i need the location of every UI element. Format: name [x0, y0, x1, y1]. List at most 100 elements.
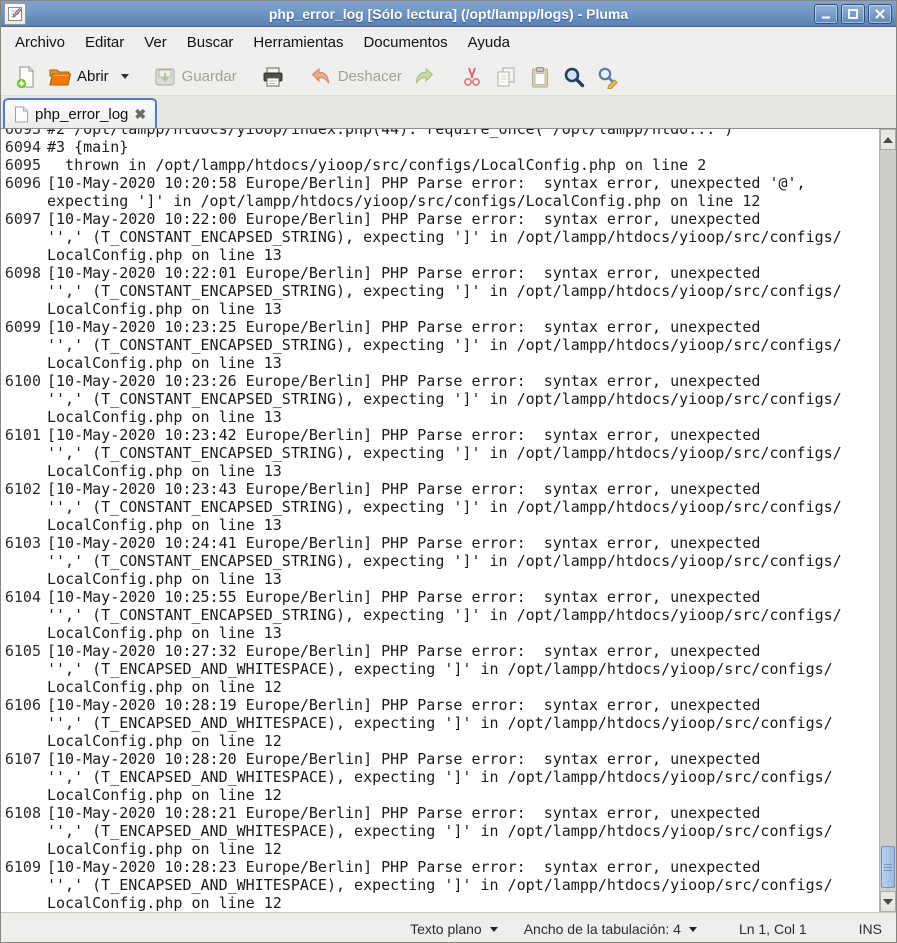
log-text: '',' (T_ENCAPSED_AND_WHITESPACE), expect…: [47, 768, 833, 786]
cut-button[interactable]: [455, 62, 489, 92]
log-line: '',' (T_CONSTANT_ENCAPSED_STRING), expec…: [1, 498, 879, 516]
log-line: 6107[10-May-2020 10:28:20 Europe/Berlin]…: [1, 750, 879, 768]
editor-area[interactable]: 6093#2 /opt/lampp/htdocs/yioop/index.php…: [1, 128, 896, 912]
log-text: '',' (T_ENCAPSED_AND_WHITESPACE), expect…: [47, 714, 833, 732]
tab-close-icon[interactable]: ✖: [134, 107, 146, 121]
tab-php-error-log[interactable]: php_error_log ✖: [3, 98, 157, 128]
undo-button[interactable]: Deshacer: [304, 62, 407, 92]
log-text: '',' (T_CONSTANT_ENCAPSED_STRING), expec…: [47, 336, 842, 354]
log-text: LocalConfig.php on line 13: [47, 300, 282, 318]
copy-button[interactable]: [489, 62, 523, 92]
log-line: LocalConfig.php on line 13: [1, 624, 879, 642]
line-number: 6108: [1, 804, 41, 822]
log-line: '',' (T_CONSTANT_ENCAPSED_STRING), expec…: [1, 444, 879, 462]
log-line: 6105[10-May-2020 10:27:32 Europe/Berlin]…: [1, 642, 879, 660]
line-number: [1, 714, 41, 732]
line-number: [1, 606, 41, 624]
titlebar[interactable]: php_error_log [Sólo lectura] (/opt/lampp…: [1, 1, 896, 27]
menu-item-buscar[interactable]: Buscar: [177, 29, 244, 56]
scrollbar-thumb[interactable]: [881, 846, 895, 888]
line-number: [1, 894, 41, 912]
log-line: 6101[10-May-2020 10:23:42 Europe/Berlin]…: [1, 426, 879, 444]
line-number: 6097: [1, 210, 41, 228]
log-line: 6104 [10-May-2020 10:25:55 Europe/Berlin]…: [1, 588, 879, 606]
log-line: '',' (T_ENCAPSED_AND_WHITESPACE), expect…: [1, 714, 879, 732]
maximize-button[interactable]: [841, 4, 865, 24]
replace-button[interactable]: [591, 62, 625, 92]
open-recent-dropdown[interactable]: [114, 71, 134, 82]
new-document-button[interactable]: [9, 62, 43, 92]
line-number: [1, 282, 41, 300]
line-number: 6098: [1, 264, 41, 282]
log-line: 6095 thrown in /opt/lampp/htdocs/yioop/s…: [1, 156, 879, 174]
menu-item-documentos[interactable]: Documentos: [353, 29, 457, 56]
log-text: '',' (T_ENCAPSED_AND_WHITESPACE), expect…: [47, 660, 833, 678]
save-button-label: Guardar: [182, 68, 237, 85]
log-line: expecting ']' in /opt/lampp/htdocs/yioop…: [1, 192, 879, 210]
chevron-down-icon: [490, 927, 498, 932]
log-text: '',' (T_CONSTANT_ENCAPSED_STRING), expec…: [47, 282, 842, 300]
line-number: [1, 408, 41, 426]
line-number: [1, 300, 41, 318]
log-text: '',' (T_CONSTANT_ENCAPSED_STRING), expec…: [47, 444, 842, 462]
redo-button[interactable]: [407, 62, 441, 92]
menu-item-editar[interactable]: Editar: [75, 29, 134, 56]
line-number: [1, 462, 41, 480]
menu-item-herramientas[interactable]: Herramientas: [243, 29, 353, 56]
line-number: 6100: [1, 372, 41, 390]
line-number: 6104: [1, 588, 41, 606]
log-text: [10-May-2020 10:20:58 Europe/Berlin] PHP…: [47, 174, 806, 192]
save-icon: [153, 65, 177, 89]
open-folder-icon: [48, 65, 72, 89]
vertical-scrollbar[interactable]: [879, 129, 896, 912]
save-button[interactable]: Guardar: [148, 62, 242, 92]
log-line: 6103[10-May-2020 10:24:41 Europe/Berlin]…: [1, 534, 879, 552]
log-line: 6108[10-May-2020 10:28:21 Europe/Berlin]…: [1, 804, 879, 822]
cursor-position: Ln 1, Col 1: [739, 921, 807, 937]
overwrite-mode-indicator: INS: [859, 921, 882, 937]
text-view[interactable]: 6093#2 /opt/lampp/htdocs/yioop/index.php…: [1, 129, 879, 912]
log-text: '',' (T_CONSTANT_ENCAPSED_STRING), expec…: [47, 552, 842, 570]
line-number: [1, 336, 41, 354]
log-text: [10-May-2020 10:28:23 Europe/Berlin] PHP…: [47, 858, 760, 876]
line-number: [1, 660, 41, 678]
log-text: [10-May-2020 10:28:20 Europe/Berlin] PHP…: [47, 750, 760, 768]
log-line: 6093#2 /opt/lampp/htdocs/yioop/index.php…: [1, 129, 879, 138]
log-text: [10-May-2020 10:25:55 Europe/Berlin] PHP…: [47, 588, 760, 606]
redo-icon: [412, 65, 436, 89]
log-line: LocalConfig.php on line 12: [1, 786, 879, 804]
log-line: '',' (T_CONSTANT_ENCAPSED_STRING), expec…: [1, 552, 879, 570]
log-text: [10-May-2020 10:23:25 Europe/Berlin] PHP…: [47, 318, 760, 336]
minimize-icon: [820, 8, 832, 20]
line-number: 6102: [1, 480, 41, 498]
language-selector[interactable]: Texto plano: [404, 918, 504, 940]
minimize-button[interactable]: [814, 4, 838, 24]
log-text: '',' (T_CONSTANT_ENCAPSED_STRING), expec…: [47, 228, 842, 246]
close-button[interactable]: [868, 4, 892, 24]
print-button[interactable]: [256, 62, 290, 92]
log-text: LocalConfig.php on line 13: [47, 462, 282, 480]
line-number: [1, 354, 41, 372]
paste-button[interactable]: [523, 62, 557, 92]
menu-item-ayuda[interactable]: Ayuda: [458, 29, 520, 56]
find-button[interactable]: [557, 62, 591, 92]
tab-width-selector[interactable]: Ancho de la tabulación: 4: [518, 918, 703, 940]
line-number: [1, 444, 41, 462]
menu-item-ver[interactable]: Ver: [134, 29, 177, 56]
arrow-up-icon: [883, 137, 893, 143]
paste-clipboard-icon: [528, 65, 552, 89]
line-number: 6101: [1, 426, 41, 444]
menu-item-archivo[interactable]: Archivo: [5, 29, 75, 56]
scroll-down-button[interactable]: [880, 891, 896, 912]
log-text: [10-May-2020 10:22:01 Europe/Berlin] PHP…: [47, 264, 760, 282]
scroll-up-button[interactable]: [880, 129, 896, 150]
log-line: LocalConfig.php on line 12: [1, 732, 879, 750]
log-text: expecting ']' in /opt/lampp/htdocs/yioop…: [47, 192, 760, 210]
log-line: 6106[10-May-2020 10:28:19 Europe/Berlin]…: [1, 696, 879, 714]
print-icon: [261, 65, 285, 89]
copy-icon: [494, 65, 518, 89]
line-number: [1, 822, 41, 840]
pluma-window: php_error_log [Sólo lectura] (/opt/lampp…: [0, 0, 897, 943]
open-button[interactable]: Abrir: [43, 62, 114, 92]
log-text: #2 /opt/lampp/htdocs/yioop/index.php(44)…: [47, 129, 733, 138]
